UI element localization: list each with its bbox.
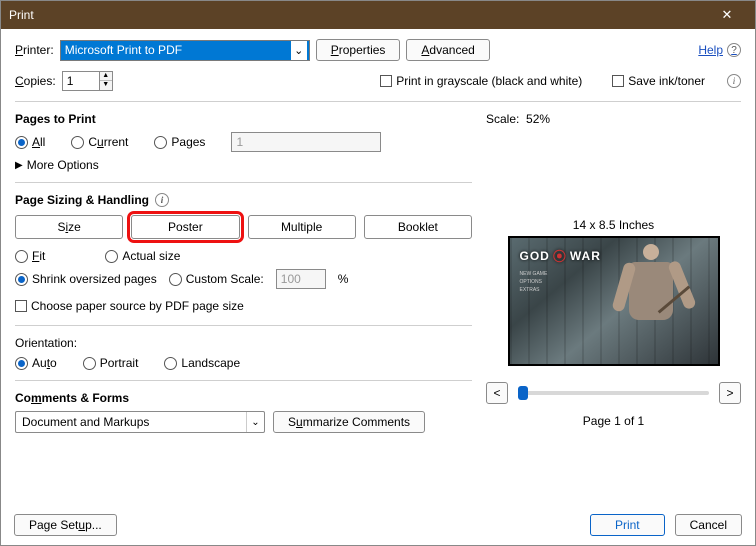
more-options-toggle[interactable]: ▶ More Options — [15, 158, 472, 172]
checkbox-icon — [15, 300, 27, 312]
properties-button[interactable]: Properties — [316, 39, 401, 61]
choose-paper-label: Choose paper source by PDF page size — [31, 299, 244, 313]
saveink-label: Save ink/toner — [628, 74, 705, 88]
tab-multiple[interactable]: Multiple — [248, 215, 356, 239]
custom-scale-radio[interactable]: Custom Scale: — [169, 272, 264, 286]
grayscale-checkbox[interactable]: Print in grayscale (black and white) — [380, 74, 582, 88]
custom-scale-input[interactable] — [276, 269, 326, 289]
sizing-title: Page Sizing & Handling — [15, 193, 149, 207]
slider-thumb[interactable] — [518, 386, 528, 400]
orient-auto-radio[interactable]: Auto — [15, 356, 57, 370]
comments-combo[interactable]: Document and Markups ⌄ — [15, 411, 265, 433]
orientation-title: Orientation: — [15, 336, 472, 350]
tab-size[interactable]: Size — [15, 215, 123, 239]
page-setup-button[interactable]: Page Setup... — [14, 514, 117, 536]
checkbox-icon — [380, 75, 392, 87]
orient-portrait-radio[interactable]: Portrait — [83, 356, 139, 370]
more-options-label: More Options — [27, 158, 99, 172]
preview-character — [612, 244, 690, 364]
pages-current-radio[interactable]: Current — [71, 135, 128, 149]
pages-range-radio[interactable]: Pages — [154, 135, 205, 149]
summarize-comments-button[interactable]: Summarize Comments — [273, 411, 425, 433]
print-button[interactable]: Print — [590, 514, 665, 536]
help-icon: ? — [727, 43, 741, 57]
copies-input[interactable] — [63, 72, 99, 90]
printer-select[interactable]: Microsoft Print to PDF ⌄ — [60, 40, 310, 61]
chevron-down-icon: ⌄ — [246, 412, 264, 432]
spinner-buttons[interactable]: ▲▼ — [99, 72, 112, 90]
pages-all-radio[interactable]: All — [15, 135, 45, 149]
printer-value: Microsoft Print to PDF — [65, 43, 182, 57]
chevron-down-icon: ⌄ — [291, 41, 307, 60]
page-indicator: Page 1 of 1 — [486, 414, 741, 428]
checkbox-icon — [612, 75, 624, 87]
choose-paper-checkbox[interactable]: Choose paper source by PDF page size — [15, 299, 244, 313]
cancel-button[interactable]: Cancel — [675, 514, 742, 536]
tab-poster[interactable]: Poster — [131, 215, 239, 239]
fit-radio[interactable]: Fit — [15, 249, 45, 263]
preview-next-button[interactable]: > — [719, 382, 741, 404]
preview-logo: GOD⦿WAR — [520, 246, 601, 265]
comments-title: Comments & Forms — [15, 391, 472, 405]
zoom-slider[interactable] — [518, 391, 709, 395]
saveink-checkbox[interactable]: Save ink/toner — [612, 74, 705, 88]
triangle-right-icon: ▶ — [15, 160, 23, 171]
printer-label: Printer: — [15, 43, 54, 57]
tab-booklet[interactable]: Booklet — [364, 215, 472, 239]
advanced-button[interactable]: Advanced — [406, 39, 489, 61]
pages-title: Pages to Print — [15, 112, 472, 126]
orient-landscape-radio[interactable]: Landscape — [164, 356, 240, 370]
pages-range-input[interactable] — [231, 132, 381, 152]
info-icon[interactable]: i — [155, 193, 169, 207]
preview-prev-button[interactable]: < — [486, 382, 508, 404]
copies-label: Copies: — [15, 74, 56, 88]
preview-image: GOD⦿WAR NEW GAMEOPTIONSEXTRAS — [508, 236, 720, 366]
percent-label: % — [338, 272, 349, 286]
info-icon[interactable]: i — [727, 74, 741, 88]
preview-scale: Scale: 52% — [486, 112, 741, 126]
close-button[interactable]: ✕ — [707, 7, 747, 23]
comments-value: Document and Markups — [22, 415, 149, 429]
titlebar: Print ✕ — [1, 1, 755, 29]
window-title: Print — [9, 8, 34, 22]
preview-dimensions: 14 x 8.5 Inches — [486, 218, 741, 232]
preview-menu-text: NEW GAMEOPTIONSEXTRAS — [520, 270, 548, 294]
help-label: Help — [698, 43, 723, 57]
copies-spinner[interactable]: ▲▼ — [62, 71, 113, 91]
actual-size-radio[interactable]: Actual size — [105, 249, 180, 263]
shrink-radio[interactable]: Shrink oversized pages — [15, 272, 157, 286]
help-link[interactable]: Help ? — [698, 43, 741, 57]
grayscale-label: Print in grayscale (black and white) — [396, 74, 582, 88]
